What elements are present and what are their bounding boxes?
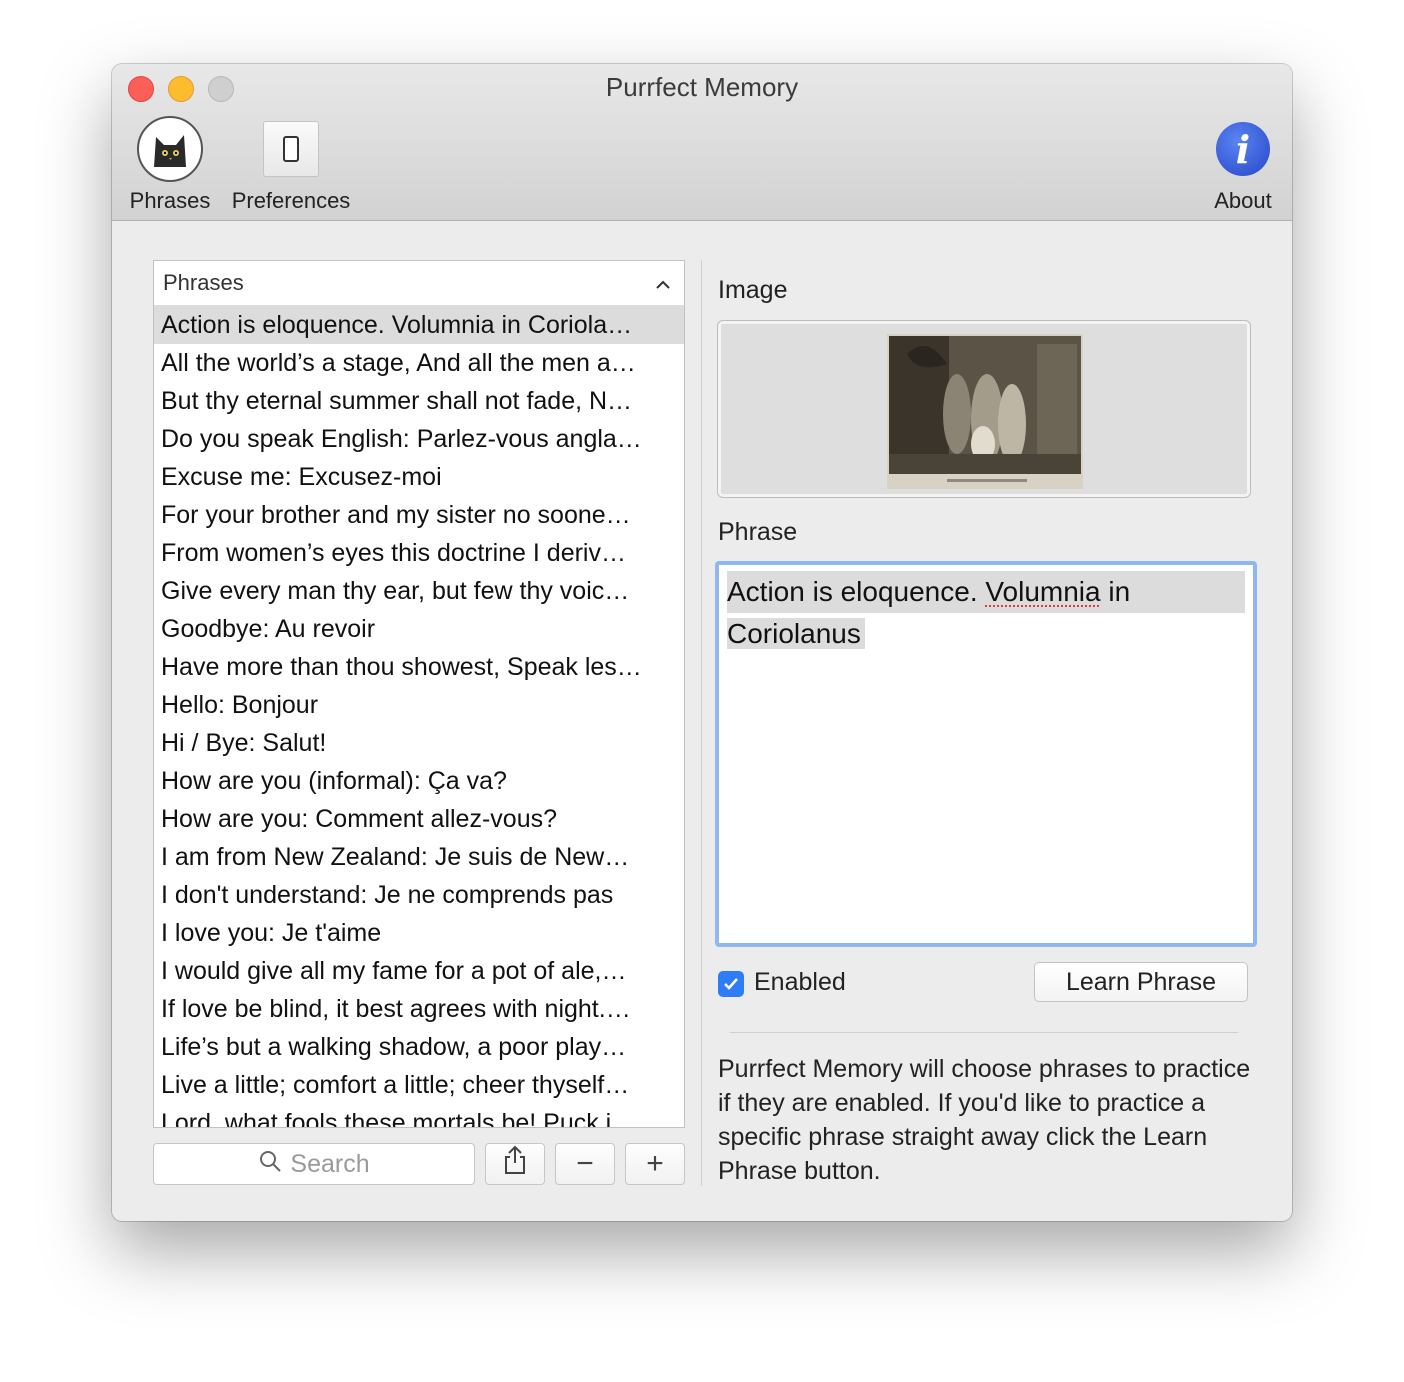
list-item[interactable]: All the world’s a stage, And all the men… bbox=[154, 344, 684, 382]
add-phrase-button[interactable]: + bbox=[625, 1143, 685, 1185]
search-icon bbox=[258, 1149, 282, 1180]
share-icon bbox=[503, 1145, 527, 1183]
list-item[interactable]: Give every man thy ear, but few thy voic… bbox=[154, 572, 684, 610]
phrases-table[interactable]: Phrases Action is eloquence. Volumnia in… bbox=[153, 260, 685, 1128]
list-item[interactable]: How are you (informal): Ça va? bbox=[154, 762, 684, 800]
share-button[interactable] bbox=[485, 1143, 545, 1185]
list-item[interactable]: Excuse me: Excusez-moi bbox=[154, 458, 684, 496]
column-header-label: Phrases bbox=[163, 270, 244, 295]
list-item[interactable]: Life’s but a walking shadow, a poor play… bbox=[154, 1028, 684, 1066]
enabled-checkbox[interactable] bbox=[718, 971, 744, 997]
list-item[interactable]: Lord, what fools these mortals be! Puck … bbox=[154, 1104, 684, 1127]
toolbar-about-button[interactable]: i About bbox=[1206, 116, 1280, 214]
search-placeholder: Search bbox=[290, 1149, 370, 1178]
toolbar-about-label: About bbox=[1214, 188, 1272, 213]
remove-phrase-button[interactable]: − bbox=[555, 1143, 615, 1185]
titlebar-toolbar: Purrfect Memory Phrases Preferences i Ab… bbox=[112, 64, 1292, 221]
list-item[interactable]: Hello: Bonjour bbox=[154, 686, 684, 724]
toolbar-preferences-button[interactable]: Preferences bbox=[228, 116, 354, 214]
phrase-label: Phrase bbox=[718, 518, 798, 546]
checkmark-icon bbox=[724, 978, 738, 990]
window-title: Purrfect Memory bbox=[605, 72, 799, 102]
cat-icon bbox=[137, 116, 203, 182]
list-item[interactable]: Do you speak English: Parlez-vous angla… bbox=[154, 420, 684, 458]
phrase-text-misspelled: Volumnia bbox=[985, 576, 1101, 607]
list-item[interactable]: Goodbye: Au revoir bbox=[154, 610, 684, 648]
phrase-text-line2: Coriolanus bbox=[727, 618, 865, 649]
toolbar-phrases-label: Phrases bbox=[129, 188, 211, 213]
phrase-text-editor[interactable]: Action is eloquence. Volumnia in Coriola… bbox=[715, 561, 1257, 947]
list-item[interactable]: If love be blind, it best agrees with ni… bbox=[154, 990, 684, 1028]
list-item[interactable]: Have more than thou showest, Speak les… bbox=[154, 648, 684, 686]
list-item[interactable]: From women’s eyes this doctrine I deriv… bbox=[154, 534, 684, 572]
list-item[interactable]: I love you: Je t'aime bbox=[154, 914, 684, 952]
phrase-text-part: Action is eloquence. bbox=[727, 576, 986, 607]
list-item[interactable]: I would give all my fame for a pot of al… bbox=[154, 952, 684, 990]
list-item[interactable]: For your brother and my sister no soone… bbox=[154, 496, 684, 534]
info-icon: i bbox=[1216, 122, 1270, 176]
phrase-text: Action is eloquence. Volumnia in Coriola… bbox=[727, 571, 1245, 655]
help-text: Purrfect Memory will choose phrases to p… bbox=[718, 1055, 1251, 1185]
list-item[interactable]: Live a little; comfort a little; cheer t… bbox=[154, 1066, 684, 1104]
phrases-column-header[interactable]: Phrases bbox=[154, 261, 684, 306]
list-item[interactable]: I don't understand: Je ne comprends pas bbox=[154, 876, 684, 914]
search-field[interactable]: Search bbox=[153, 1143, 475, 1185]
switch-icon bbox=[263, 121, 319, 177]
engraving-image bbox=[887, 334, 1083, 489]
toolbar-phrases-button[interactable]: Phrases bbox=[128, 116, 212, 214]
app-window: Purrfect Memory Phrases Preferences i Ab… bbox=[112, 64, 1292, 1221]
list-item[interactable]: Hi / Bye: Salut! bbox=[154, 724, 684, 762]
chevron-up-icon bbox=[656, 270, 670, 296]
learn-phrase-button[interactable]: Learn Phrase bbox=[1034, 962, 1248, 1002]
phrase-text-part: in bbox=[1100, 576, 1131, 607]
split-divider[interactable] bbox=[701, 260, 702, 1186]
list-item[interactable]: How are you: Comment allez-vous? bbox=[154, 800, 684, 838]
list-item[interactable]: Action is eloquence. Volumnia in Coriola… bbox=[154, 306, 684, 344]
toolbar-preferences-label: Preferences bbox=[231, 188, 351, 213]
list-item[interactable]: I am from New Zealand: Je suis de New… bbox=[154, 838, 684, 876]
list-item[interactable]: But thy eternal summer shall not fade, N… bbox=[154, 382, 684, 420]
separator bbox=[730, 1032, 1238, 1033]
enabled-label: Enabled bbox=[754, 968, 846, 996]
image-well[interactable] bbox=[717, 320, 1251, 498]
image-label: Image bbox=[718, 276, 788, 304]
